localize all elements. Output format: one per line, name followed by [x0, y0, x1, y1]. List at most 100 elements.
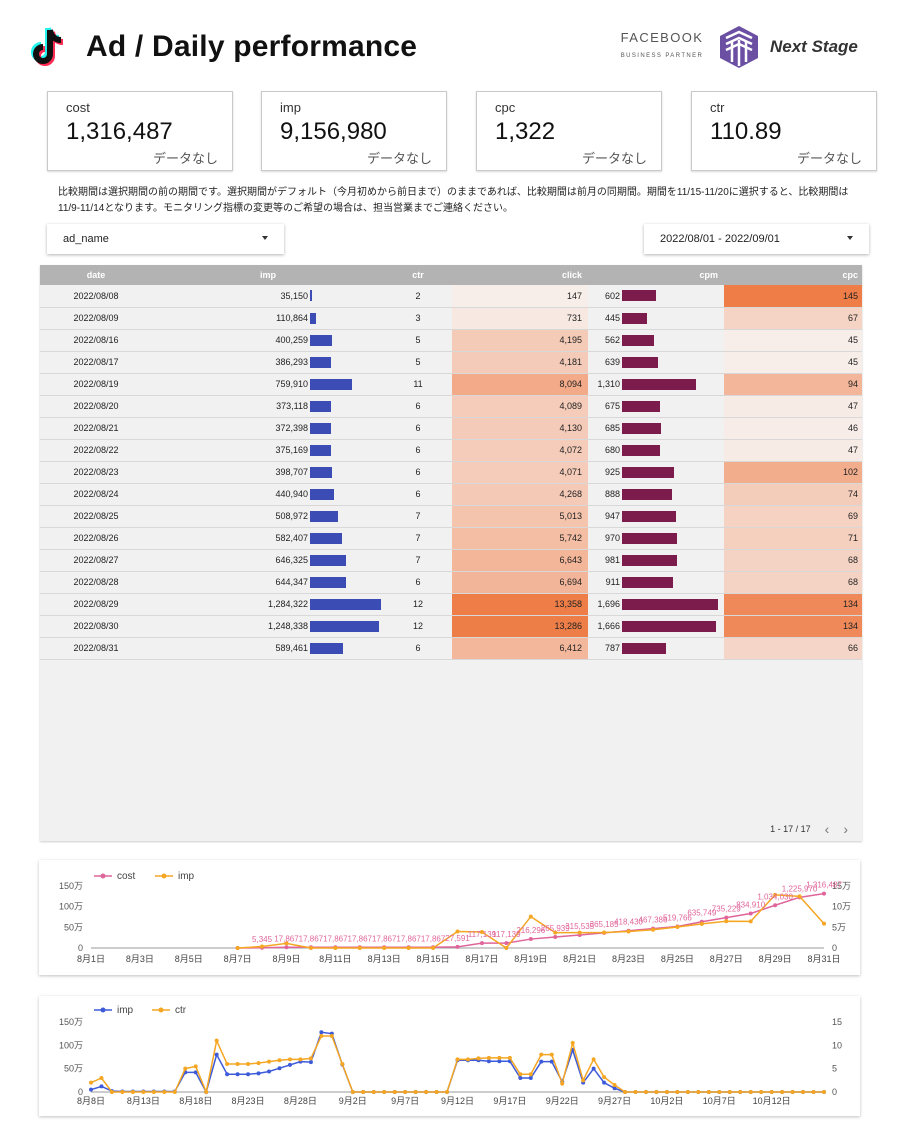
series-point-ctr [549, 1052, 554, 1057]
kpi-value: 1,322 [495, 118, 556, 145]
cell-cpc: 134 [724, 593, 862, 616]
imp-value: 646,325 [275, 555, 308, 565]
series-point-imp [308, 946, 313, 950]
x-tick-label: 9月12日 [441, 1096, 474, 1106]
imp-bar [310, 598, 382, 610]
cell-ctr: 6 [384, 395, 452, 418]
imp-value: 372,398 [275, 423, 308, 433]
data-label: 17,867 [396, 934, 421, 943]
x-tick-label: 8月7日 [224, 954, 252, 964]
x-tick-label: 9月27日 [598, 1096, 631, 1106]
col-header-ctr[interactable]: ctr [384, 265, 452, 285]
cell-imp: 440,940 [152, 483, 384, 506]
cell-click: 4,268 [452, 483, 588, 506]
cell-date: 2022/08/22 [40, 439, 152, 462]
series-point-ctr [801, 1090, 806, 1094]
cell-date: 2022/08/17 [40, 351, 152, 374]
table-row: 2022/08/24 440,940 6 4,268 888 74 [40, 483, 862, 506]
series-point-imp [577, 930, 582, 935]
cell-imp: 373,118 [152, 395, 384, 418]
cpm-value: 925 [604, 467, 620, 477]
series-point-cost [822, 891, 826, 896]
series-point-imp [357, 946, 362, 950]
table-row: 2022/08/31 589,461 6 6,412 787 66 [40, 637, 862, 660]
imp-value: 582,407 [275, 533, 308, 543]
chevron-right-icon[interactable]: › [843, 821, 848, 837]
pagination: 1 - 17 / 17 ‹ › [770, 821, 848, 837]
x-tick-label: 8月23日 [612, 954, 645, 964]
cell-click: 147 [452, 285, 588, 308]
kpi-compare: データなし [152, 151, 218, 166]
col-header-cpc[interactable]: cpc [724, 265, 862, 285]
x-tick-label: 10月7日 [703, 1096, 736, 1106]
table-row: 2022/08/25 508,972 7 5,013 947 69 [40, 505, 862, 528]
cell-imp: 644,347 [152, 571, 384, 594]
cell-ctr: 6 [384, 417, 452, 440]
col-header-cpm[interactable]: cpm [588, 265, 724, 285]
legend-dot [161, 873, 167, 879]
imp-value: 373,118 [276, 401, 308, 411]
col-header-imp[interactable]: imp [152, 265, 384, 285]
chevron-left-icon[interactable]: ‹ [825, 821, 830, 837]
cell-click: 4,072 [452, 439, 588, 462]
series-point-ctr [633, 1090, 638, 1094]
imp-bar [310, 400, 331, 412]
cpm-value: 685 [604, 423, 620, 433]
x-tick-label: 8月3日 [126, 954, 154, 964]
series-point-ctr [109, 1090, 114, 1094]
ad-name-filter[interactable]: ad_name [47, 224, 284, 254]
series-point-imp [528, 1076, 533, 1080]
cell-cpc: 47 [724, 395, 862, 418]
kpi-value: 1,316,487 [66, 118, 173, 145]
cell-imp: 372,398 [152, 417, 384, 440]
x-tick-label: 8月13日 [127, 1096, 160, 1106]
series-point-cost [284, 945, 289, 950]
series-point-imp [406, 946, 411, 950]
x-tick-label: 8月11日 [319, 954, 351, 964]
kpi-label: ctr [710, 100, 725, 115]
cell-imp: 589,461 [152, 637, 384, 660]
kpi-value: 9,156,980 [280, 118, 387, 145]
cell-date: 2022/08/24 [40, 483, 152, 506]
cpm-bar [622, 554, 678, 566]
series-point-imp [602, 1080, 607, 1085]
col-header-date[interactable]: date [40, 265, 152, 285]
cell-click: 6,412 [452, 637, 588, 660]
imp-bar [310, 576, 346, 588]
cpm-value: 680 [604, 445, 620, 455]
cell-cpc: 145 [724, 285, 862, 308]
y-tick-right: 10万 [832, 902, 851, 912]
imp-bar [310, 378, 353, 390]
date-range-picker[interactable]: 2022/08/01 - 2022/09/01 [644, 224, 869, 254]
series-point-ctr [434, 1090, 439, 1094]
series-point-ctr [643, 1090, 648, 1094]
table-row: 2022/08/08 35,150 2 147 602 145 [40, 285, 862, 308]
series-point-ctr [518, 1072, 523, 1077]
cell-ctr: 2 [384, 285, 452, 308]
series-point-imp [602, 930, 607, 935]
table-row: 2022/08/29 1,284,322 12 13,358 1,696 134 [40, 593, 862, 616]
series-point-imp [246, 1072, 251, 1077]
cell-imp: 646,325 [152, 549, 384, 572]
series-point-ctr [214, 1038, 219, 1043]
imp-bar [310, 290, 312, 302]
imp-value: 1,248,338 [267, 621, 308, 631]
series-point-ctr [413, 1090, 418, 1094]
series-point-imp [89, 1087, 93, 1092]
x-tick-label: 8月13日 [368, 954, 401, 964]
cpm-value: 675 [604, 401, 620, 411]
data-label: 17,867 [299, 934, 324, 943]
series-point-imp [539, 1059, 544, 1064]
col-header-click[interactable]: click [452, 265, 588, 285]
kpi-card-cost: cost 1,316,487 データなし [47, 91, 233, 171]
series-point-imp [333, 946, 338, 950]
series-point-ctr [256, 1061, 261, 1066]
cell-date: 2022/08/30 [40, 615, 152, 638]
series-point-ctr [308, 1056, 313, 1061]
cell-cpm: 685 [588, 417, 724, 440]
kpi-compare: データなし [581, 151, 647, 166]
cell-imp: 35,150 [152, 285, 384, 308]
y-tick-left: 0 [78, 943, 83, 953]
series-point-imp [626, 929, 631, 934]
cell-cpm: 787 [588, 637, 724, 660]
